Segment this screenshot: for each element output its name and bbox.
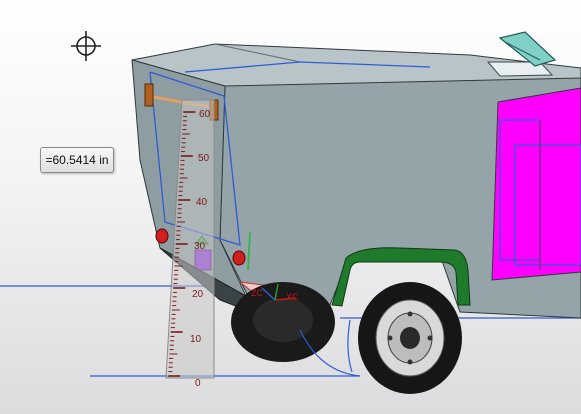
side-window — [491, 87, 581, 281]
ruler-label-20: 20 — [192, 289, 204, 300]
ruler-label-10: 10 — [190, 334, 202, 345]
cad-viewport[interactable]: 0 10 20 30 40 50 60 ZC XC =60.5414 in — [0, 0, 581, 414]
ruler-label-0: 0 — [195, 378, 201, 389]
ruler-label-60: 60 — [199, 109, 211, 120]
axis-label-x: XC — [286, 292, 299, 302]
axis-label-z: ZC — [251, 288, 263, 298]
dimension-readout[interactable]: =60.5414 in — [40, 147, 114, 173]
crosshair-cursor-icon — [71, 31, 101, 61]
rear-wheel — [231, 282, 335, 362]
trailer-model-scene[interactable]: 0 10 20 30 40 50 60 ZC XC — [0, 0, 581, 414]
left-light — [155, 228, 169, 244]
right-light — [232, 250, 246, 266]
front-wheel — [358, 282, 462, 394]
ruler-label-50: 50 — [198, 153, 210, 164]
ruler-label-30: 30 — [194, 241, 206, 252]
roof-vent — [486, 31, 557, 77]
ruler-label-40: 40 — [196, 197, 208, 208]
